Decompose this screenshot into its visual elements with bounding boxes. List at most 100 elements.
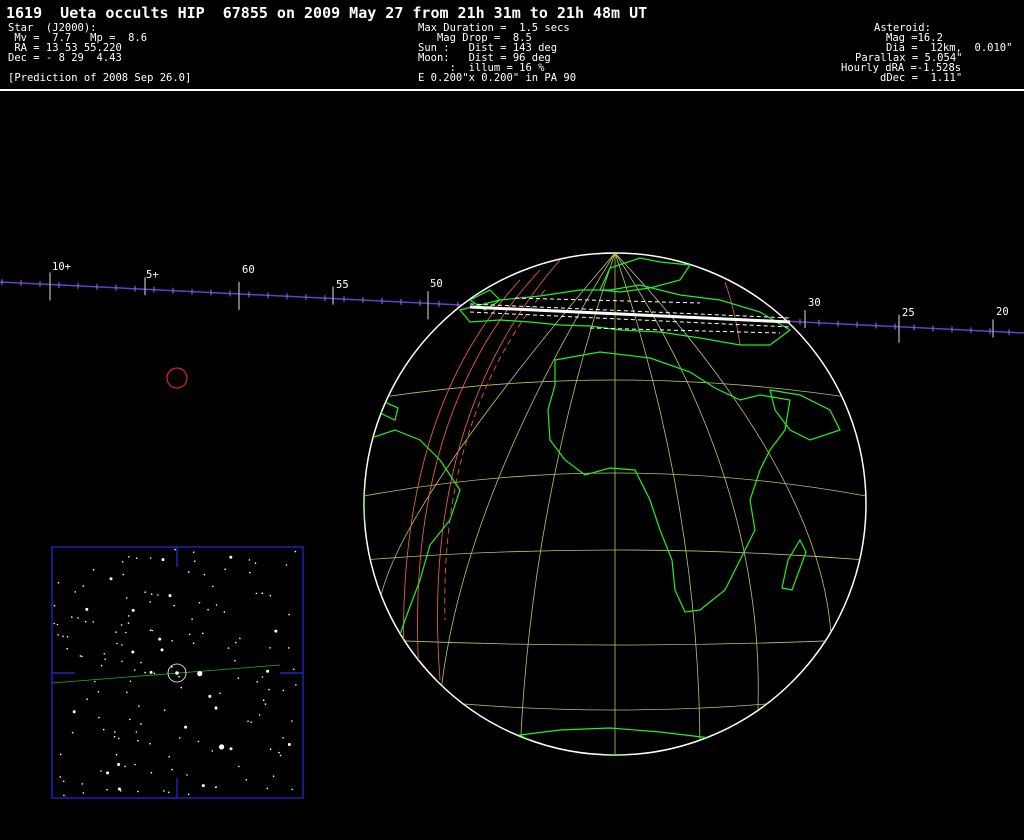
finder-star	[149, 601, 151, 603]
finder-star	[98, 716, 100, 719]
finder-star	[131, 608, 135, 612]
finder-star	[193, 560, 196, 562]
finder-star	[127, 622, 130, 624]
finder-star	[191, 618, 193, 620]
finder-star	[268, 688, 270, 691]
finder-star	[192, 551, 195, 553]
finder-star	[121, 660, 123, 663]
finder-star	[113, 735, 116, 738]
finder-star	[237, 677, 240, 679]
finder-star	[122, 573, 125, 576]
finder-star	[294, 550, 297, 553]
finder-star	[71, 616, 73, 618]
finder-star	[227, 647, 230, 649]
finder-star	[115, 631, 117, 633]
finder-star	[125, 631, 127, 634]
finder-star	[186, 774, 188, 776]
finder-star	[245, 779, 248, 781]
finder-star	[197, 671, 203, 677]
finder-star	[269, 594, 272, 597]
finder-star	[77, 617, 79, 619]
time-label: 50	[430, 278, 443, 290]
finder-star	[173, 604, 175, 607]
finder-star	[144, 591, 146, 593]
finder-star	[248, 559, 251, 561]
finder-star	[168, 755, 170, 758]
finder-star	[288, 613, 290, 616]
finder-star	[239, 637, 241, 640]
target-star	[175, 671, 179, 675]
finder-star	[291, 788, 294, 791]
finder-star	[79, 655, 82, 657]
finder-star	[274, 629, 278, 633]
finder-star	[188, 571, 190, 573]
finder-star	[102, 728, 105, 731]
time-label: 25	[902, 307, 915, 319]
finder-star	[94, 680, 96, 683]
finder-star	[114, 731, 116, 733]
finder-star	[229, 555, 233, 559]
finder-star	[104, 658, 106, 661]
finder-star	[82, 585, 85, 587]
finder-star	[138, 705, 140, 707]
sun-position-marker	[166, 367, 188, 389]
finder-star	[168, 594, 172, 598]
finder-star	[161, 558, 165, 562]
finder-star	[163, 790, 165, 792]
finder-star	[153, 672, 156, 675]
finder-star	[184, 725, 188, 729]
finder-star	[279, 754, 282, 757]
finder-star	[56, 623, 59, 626]
finder-star	[157, 594, 159, 596]
finder-star	[128, 556, 130, 558]
finder-star	[134, 763, 136, 766]
finder-star	[66, 647, 68, 650]
finder-star	[158, 637, 162, 641]
finder-star	[149, 670, 153, 674]
finder-star	[137, 790, 139, 793]
finder-star	[192, 642, 195, 644]
finder-star	[118, 737, 120, 740]
finder-star	[229, 747, 233, 751]
finder-star	[178, 675, 180, 678]
finder-star	[151, 629, 153, 632]
finder-star	[202, 632, 204, 635]
finder-star	[125, 597, 128, 599]
finder-star	[85, 607, 89, 611]
finder-star	[63, 794, 65, 797]
finder-star	[81, 655, 83, 658]
finder-star	[129, 718, 131, 721]
finder-star	[137, 739, 139, 742]
finder-star	[282, 737, 284, 739]
finder-star	[219, 692, 221, 694]
finder-star	[62, 780, 65, 783]
finder-star	[224, 568, 226, 570]
finder-star	[201, 784, 205, 788]
finder-star	[163, 709, 166, 711]
finder-star	[149, 629, 152, 631]
finder-star	[92, 621, 94, 623]
finder-star	[174, 548, 176, 551]
finder-chart	[51, 546, 304, 799]
time-label: 60	[242, 264, 255, 276]
finder-star	[150, 771, 153, 774]
finder-star	[266, 787, 269, 790]
earth-globe	[363, 252, 867, 756]
finder-star	[86, 698, 88, 700]
finder-star	[74, 591, 76, 593]
finder-star	[171, 768, 173, 771]
finder-star	[215, 604, 218, 606]
finder-star	[198, 602, 201, 604]
time-label: 20	[996, 306, 1009, 318]
finder-star	[180, 686, 183, 689]
finder-star	[129, 680, 132, 683]
finder-star	[264, 703, 267, 705]
finder-star	[249, 571, 251, 574]
finder-star	[131, 650, 135, 654]
finder-star	[171, 666, 173, 668]
finder-star	[62, 635, 64, 638]
finder-star	[109, 577, 113, 581]
finder-star	[223, 611, 226, 613]
finder-star	[219, 744, 225, 750]
finder-star	[295, 684, 297, 686]
